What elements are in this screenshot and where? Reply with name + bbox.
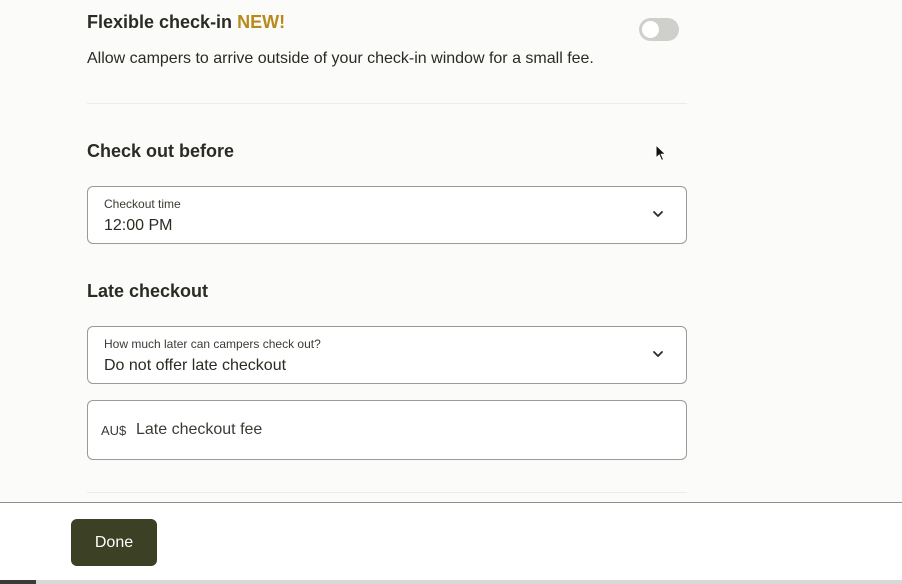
section-divider <box>87 103 687 104</box>
new-badge: NEW! <box>237 12 286 32</box>
done-button[interactable]: Done <box>71 519 157 566</box>
late-checkout-label: How much later can campers check out? <box>104 337 321 351</box>
late-checkout-heading: Late checkout <box>87 281 209 301</box>
mouse-pointer-icon <box>655 144 667 162</box>
checkout-time-label: Checkout time <box>104 197 181 211</box>
late-checkout-fee-input[interactable] <box>136 415 656 445</box>
footer-bar: Done <box>0 503 902 584</box>
progress-bar-fill <box>0 580 37 584</box>
late-checkout-value: Do not offer late checkout <box>104 357 287 374</box>
chevron-down-icon <box>653 351 663 357</box>
checkout-time-select[interactable]: Checkout time 12:00 PM <box>87 186 687 244</box>
checkout-time-value: 12:00 PM <box>104 217 173 234</box>
flexible-checkin-toggle[interactable] <box>639 18 679 41</box>
toggle-knob <box>642 21 659 38</box>
flexible-checkin-description: Allow campers to arrive outside of your … <box>87 50 594 67</box>
checkout-heading: Check out before <box>87 141 235 161</box>
flexible-checkin-title: Flexible check-in NEW! <box>87 12 285 33</box>
late-checkout-fee-field[interactable]: AU$ <box>87 400 687 460</box>
settings-page: Flexible check-in NEW! Allow campers to … <box>0 0 902 584</box>
section-divider <box>87 492 687 493</box>
chevron-down-icon <box>653 211 663 217</box>
progress-bar <box>0 580 902 584</box>
currency-prefix: AU$ <box>101 423 127 438</box>
late-checkout-select[interactable]: How much later can campers check out? Do… <box>87 326 687 384</box>
flexible-checkin-title-text: Flexible check-in <box>87 12 233 32</box>
